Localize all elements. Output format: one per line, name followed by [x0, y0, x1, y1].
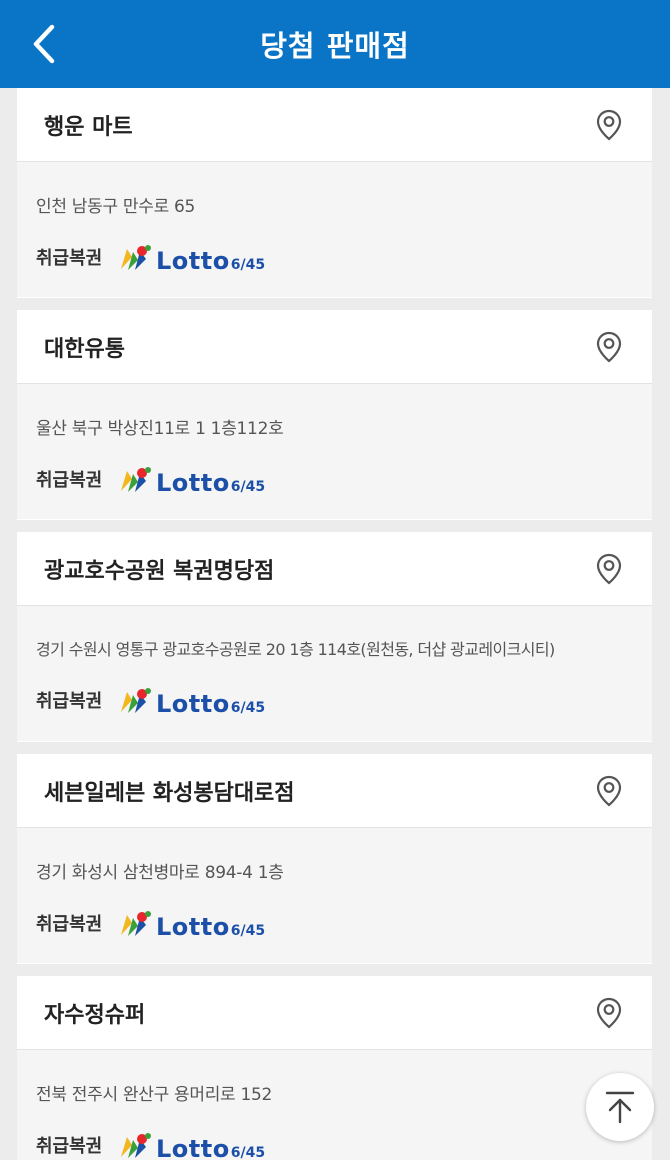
- store-card: 행운 마트 인천 남동구 만수로 65 취급복권 Lotto 6/45: [17, 88, 652, 298]
- map-pin-icon: [596, 331, 622, 362]
- scroll-to-top-button[interactable]: [586, 1073, 654, 1141]
- map-pin-button[interactable]: [592, 549, 626, 589]
- ticket-type-row: 취급복권 Lotto 6/45: [36, 1129, 652, 1160]
- lotto-645-logo: Lotto 6/45: [118, 463, 265, 495]
- store-address: 전북 전주시 완산구 용머리로 152: [36, 1085, 273, 1105]
- lotto-emblem-icon: [121, 1133, 151, 1158]
- store-address: 인천 남동구 만수로 65: [36, 197, 196, 217]
- store-card-header[interactable]: 자수정슈퍼: [17, 976, 652, 1050]
- app-header: 당첨 판매점: [0, 0, 670, 88]
- store-card-body: 울산 북구 박상진11로 1 1층112호 취급복권 Lotto 6/45: [17, 384, 652, 519]
- map-pin-icon: [596, 109, 622, 140]
- ticket-type-row: 취급복권 Lotto 6/45: [36, 684, 652, 716]
- store-card-body: 경기 화성시 삼천병마로 894-4 1층 취급복권 Lotto 6/45: [17, 828, 652, 963]
- lotto-logo-word: Lotto: [156, 247, 230, 275]
- store-address: 경기 수원시 영통구 광교호수공원로 20 1층 114호(원천동, 더샵 광교…: [36, 640, 555, 659]
- page-title: 당첨 판매점: [260, 29, 410, 63]
- map-pin-button[interactable]: [592, 771, 626, 811]
- ticket-type-row: 취급복권 Lotto 6/45: [36, 241, 652, 273]
- chevron-left-icon: [33, 24, 55, 64]
- lotto-emblem-icon: [121, 467, 151, 492]
- map-pin-button[interactable]: [592, 327, 626, 367]
- lotto-logo-sub: 6/45: [230, 257, 266, 273]
- store-card: 대한유통 울산 북구 박상진11로 1 1층112호 취급복권 Lotto 6/…: [17, 310, 652, 520]
- lotto-logo-word: Lotto: [156, 1135, 230, 1160]
- lotto-645-logo: Lotto 6/45: [118, 241, 265, 273]
- lotto-emblem-icon: [121, 911, 151, 936]
- store-card-header[interactable]: 광교호수공원 복권명당점: [17, 532, 652, 606]
- store-card: 광교호수공원 복권명당점 경기 수원시 영통구 광교호수공원로 20 1층 11…: [17, 532, 652, 742]
- store-address: 경기 화성시 삼천병마로 894-4 1층: [36, 863, 284, 883]
- store-address: 울산 북구 박상진11로 1 1층112호: [36, 419, 284, 439]
- lotto-645-logo: Lotto 6/45: [118, 684, 265, 716]
- lotto-emblem-icon: [121, 245, 151, 270]
- ticket-type-label: 취급복권: [36, 1136, 103, 1157]
- store-card-header[interactable]: 대한유통: [17, 310, 652, 384]
- store-card-body: 경기 수원시 영통구 광교호수공원로 20 1층 114호(원천동, 더샵 광교…: [17, 606, 652, 741]
- back-button[interactable]: [18, 14, 70, 74]
- lotto-645-logo: Lotto 6/45: [118, 907, 265, 939]
- lotto-logo-word: Lotto: [156, 469, 230, 497]
- store-name: 행운 마트: [44, 114, 133, 140]
- lotto-logo-sub: 6/45: [230, 479, 266, 495]
- ticket-type-label: 취급복권: [36, 248, 103, 269]
- map-pin-icon: [596, 997, 622, 1028]
- store-name: 대한유통: [44, 336, 125, 362]
- map-pin-icon: [596, 553, 622, 584]
- arrow-up-to-top-icon: [605, 1091, 635, 1124]
- store-name: 광교호수공원 복권명당점: [44, 558, 275, 584]
- store-card-header[interactable]: 세븐일레븐 화성봉담대로점: [17, 754, 652, 828]
- ticket-type-label: 취급복권: [36, 470, 103, 491]
- store-card-header[interactable]: 행운 마트: [17, 88, 652, 162]
- lotto-logo-word: Lotto: [156, 690, 230, 718]
- store-name: 세븐일레븐 화성봉담대로점: [44, 780, 295, 806]
- lotto-645-logo: Lotto 6/45: [118, 1129, 265, 1160]
- lotto-logo-sub: 6/45: [230, 700, 266, 716]
- lotto-logo-sub: 6/45: [230, 923, 266, 939]
- ticket-type-label: 취급복권: [36, 691, 103, 712]
- store-list[interactable]: 행운 마트 인천 남동구 만수로 65 취급복권 Lotto 6/45 대한유통…: [0, 88, 670, 1160]
- store-card: 세븐일레븐 화성봉담대로점 경기 화성시 삼천병마로 894-4 1층 취급복권: [17, 754, 652, 964]
- ticket-type-row: 취급복권 Lotto 6/45: [36, 907, 652, 939]
- store-card-body: 인천 남동구 만수로 65 취급복권 Lotto 6/45: [17, 162, 652, 297]
- store-name: 자수정슈퍼: [44, 1002, 146, 1028]
- store-card: 자수정슈퍼 전북 전주시 완산구 용머리로 152 취급복권 Lotto 6/4…: [17, 976, 652, 1160]
- ticket-type-label: 취급복권: [36, 914, 103, 935]
- lotto-logo-word: Lotto: [156, 913, 230, 941]
- lotto-logo-sub: 6/45: [230, 1145, 266, 1160]
- map-pin-button[interactable]: [592, 993, 626, 1033]
- map-pin-button[interactable]: [592, 105, 626, 145]
- lotto-emblem-icon: [121, 688, 151, 713]
- map-pin-icon: [596, 775, 622, 806]
- ticket-type-row: 취급복권 Lotto 6/45: [36, 463, 652, 495]
- store-card-body: 전북 전주시 완산구 용머리로 152 취급복권 Lotto 6/45: [17, 1050, 652, 1160]
